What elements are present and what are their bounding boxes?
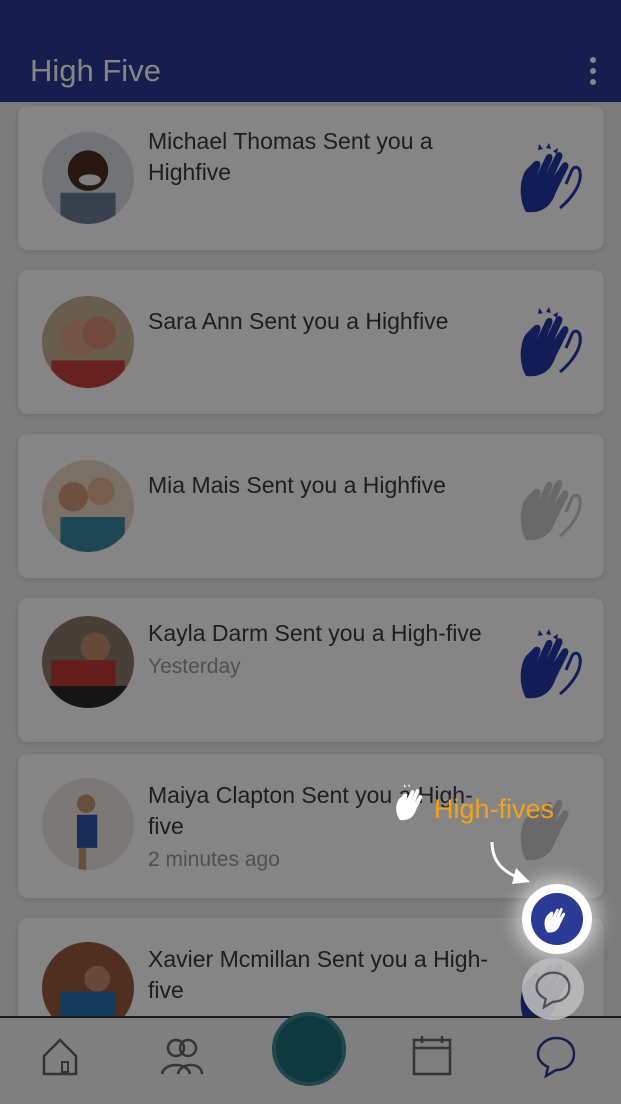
notification-card[interactable]: Mia Mais Sent you a Highfive xyxy=(18,434,604,578)
notification-card[interactable]: Kayla Darm Sent you a High-five Yesterda… xyxy=(18,598,604,742)
status-bar xyxy=(0,0,621,40)
more-vert-icon[interactable] xyxy=(587,57,599,85)
bottom-nav xyxy=(0,1012,621,1104)
high-five-hand-icon xyxy=(531,893,583,945)
people-icon[interactable] xyxy=(160,1034,204,1078)
avatar[interactable] xyxy=(40,776,136,872)
avatar[interactable] xyxy=(40,614,136,710)
notification-text: Xavier Mcmillan Sent you a High-five xyxy=(148,944,508,1006)
avatar[interactable] xyxy=(40,940,136,1016)
notification-text: Michael Thomas Sent you a Highfive xyxy=(148,126,508,188)
high-five-hand-icon[interactable] xyxy=(516,306,586,380)
notification-time: 2 minutes ago xyxy=(148,848,280,871)
notification-message: Mia Mais Sent you a Highfive xyxy=(148,472,446,498)
notification-message: Kayla Darm Sent you a High-five xyxy=(148,620,482,646)
notification-message: Xavier Mcmillan Sent you a High-five xyxy=(148,946,489,1003)
coach-arrow-icon xyxy=(486,838,536,888)
notification-text: Sara Ann Sent you a Highfive xyxy=(148,306,508,337)
avatar[interactable] xyxy=(40,294,136,390)
notification-text: Kayla Darm Sent you a High-five Yesterda… xyxy=(148,618,508,679)
high-fives-fab[interactable] xyxy=(522,884,592,954)
notification-card[interactable]: Michael Thomas Sent you a Highfive xyxy=(18,106,604,250)
notification-message: Sara Ann Sent you a Highfive xyxy=(148,308,449,334)
high-five-hand-icon xyxy=(394,784,430,822)
notification-message: Michael Thomas Sent you a Highfive xyxy=(148,128,433,185)
chat-fab[interactable] xyxy=(522,958,584,1020)
home-icon[interactable] xyxy=(38,1034,82,1078)
team-logo[interactable] xyxy=(272,1012,346,1086)
notification-text: Mia Mais Sent you a Highfive xyxy=(148,470,508,501)
high-five-hand-icon[interactable] xyxy=(516,142,586,216)
coach-mark-label: High-fives xyxy=(434,794,555,824)
calendar-icon[interactable] xyxy=(410,1034,454,1078)
page-title: High Five xyxy=(30,53,161,88)
notification-time: Yesterday xyxy=(148,655,241,678)
app-bar: High Five xyxy=(0,40,621,102)
chat-bubble-icon[interactable] xyxy=(534,1034,578,1079)
notification-card[interactable]: Sara Ann Sent you a Highfive xyxy=(18,270,604,414)
high-five-hand-icon[interactable] xyxy=(516,470,586,544)
notification-card[interactable]: Xavier Mcmillan Sent you a High-five xyxy=(18,918,604,1016)
avatar[interactable] xyxy=(40,458,136,554)
avatar[interactable] xyxy=(40,130,136,226)
high-five-hand-icon[interactable] xyxy=(516,628,586,702)
